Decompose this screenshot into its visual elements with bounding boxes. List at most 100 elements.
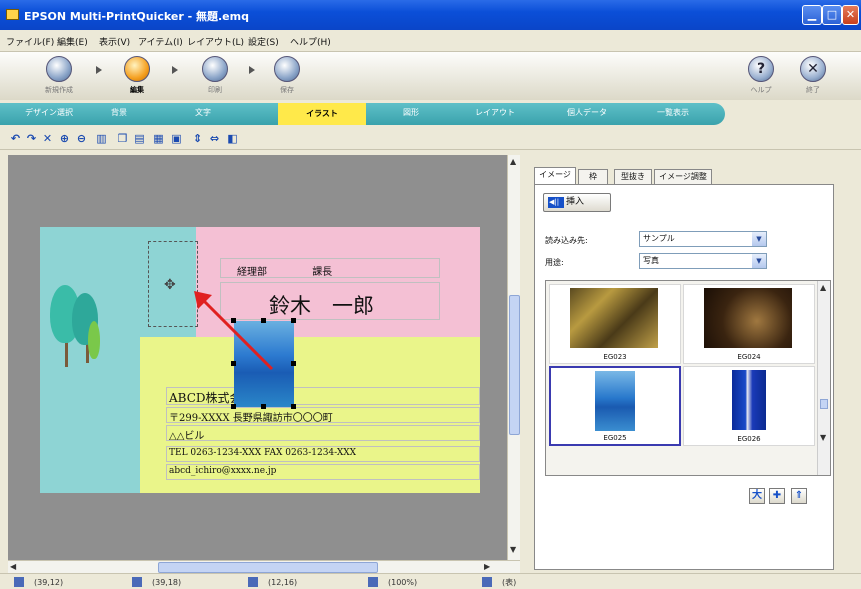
business-card: ✥ 経理部 課長 鈴木 一郎 ABCD株式会社 〒299-XXXX 長野県諏訪市… bbox=[40, 227, 480, 493]
card-email-field[interactable]: abcd_ichiro@xxxx.ne.jp bbox=[166, 464, 480, 480]
card-title-field[interactable]: 経理部 課長 bbox=[220, 258, 440, 278]
exit-button[interactable]: ✕ 終了 bbox=[793, 56, 833, 95]
side-icon bbox=[482, 577, 492, 587]
delete-icon[interactable]: ✕ bbox=[41, 132, 54, 145]
enlarge-button[interactable]: 大 bbox=[749, 488, 765, 504]
align-icon[interactable]: ⇕ bbox=[191, 132, 204, 145]
tab-image-adjust[interactable]: イメージ調整 bbox=[654, 169, 712, 184]
thumbnail[interactable]: EG026 bbox=[683, 366, 815, 446]
design-canvas[interactable]: ✥ 経理部 課長 鈴木 一郎 ABCD株式会社 〒299-XXXX 長野県諏訪市… bbox=[8, 155, 507, 560]
card-phone-field[interactable]: TEL 0263-1234-XXX FAX 0263-1234-XXX bbox=[166, 446, 480, 462]
copy-icon[interactable]: ❐ bbox=[116, 132, 129, 145]
zoom-icon bbox=[368, 577, 378, 587]
resize-handle[interactable] bbox=[261, 404, 266, 409]
source-select[interactable]: サンプル ▼ bbox=[639, 231, 767, 247]
zoom-in-icon[interactable]: ⊕ bbox=[58, 132, 71, 145]
step-edit[interactable]: 編集 bbox=[112, 56, 162, 95]
close-button[interactable]: ✕ bbox=[842, 5, 859, 25]
step-new[interactable]: 新規作成 bbox=[34, 56, 84, 95]
resize-handle[interactable] bbox=[291, 404, 296, 409]
zoom-out-icon[interactable]: ⊖ bbox=[75, 132, 88, 145]
new-icon bbox=[46, 56, 72, 82]
layer-icon[interactable]: ◧ bbox=[226, 132, 239, 145]
tab-personal-data[interactable]: 個人データ bbox=[552, 107, 622, 118]
tab-frame[interactable]: 枠 bbox=[578, 169, 608, 184]
tab-list-view[interactable]: 一覧表示 bbox=[638, 107, 708, 118]
scroll-thumb[interactable] bbox=[158, 562, 378, 573]
canvas-vertical-scrollbar[interactable]: ▲ ▼ bbox=[507, 155, 520, 560]
tab-shape[interactable]: 図形 bbox=[376, 107, 446, 118]
scroll-thumb[interactable] bbox=[820, 399, 828, 409]
scroll-up-icon[interactable]: ▲ bbox=[510, 157, 516, 166]
menu-view[interactable]: 表示(V) bbox=[99, 35, 130, 48]
status-zoom: (100%) bbox=[368, 577, 417, 587]
chevron-down-icon[interactable]: ▼ bbox=[752, 232, 766, 246]
step-print[interactable]: 印刷 bbox=[190, 56, 240, 95]
menu-layout[interactable]: レイアウト(L) bbox=[187, 35, 244, 48]
menu-settings[interactable]: 設定(S) bbox=[248, 35, 279, 48]
redo-icon[interactable]: ↷ bbox=[25, 132, 38, 145]
status-bar: (39,12) (39,18) (12,16) (100%) (表) bbox=[0, 573, 861, 589]
scroll-down-icon[interactable]: ▼ bbox=[510, 545, 516, 554]
card-address-field[interactable]: 〒299-XXXX 長野県諏訪市〇〇〇町 bbox=[166, 407, 480, 423]
group-icon[interactable]: ▦ bbox=[152, 132, 165, 145]
insert-button[interactable]: ◀|| 挿入 bbox=[543, 193, 611, 212]
tab-illustration[interactable]: イラスト bbox=[278, 103, 366, 125]
paste-icon[interactable]: ▤ bbox=[133, 132, 146, 145]
status-zoom-value: (100%) bbox=[388, 578, 418, 587]
use-value: 写真 bbox=[643, 256, 659, 265]
resize-handle[interactable] bbox=[231, 404, 236, 409]
tree-illustration bbox=[88, 321, 100, 359]
use-label: 用途: bbox=[545, 258, 564, 267]
exit-label: 終了 bbox=[806, 86, 820, 94]
tab-cutout[interactable]: 型抜き bbox=[614, 169, 652, 184]
tab-background[interactable]: 背景 bbox=[84, 107, 154, 118]
step-save[interactable]: 保存 bbox=[262, 56, 312, 95]
trash-icon[interactable]: ▥ bbox=[95, 132, 108, 145]
thumbnail-caption: EG023 bbox=[603, 353, 627, 361]
scroll-up-icon[interactable]: ▲ bbox=[820, 283, 826, 292]
app-icon bbox=[6, 9, 19, 20]
tab-text[interactable]: 文字 bbox=[168, 107, 238, 118]
minimize-button[interactable]: ▁ bbox=[802, 5, 822, 25]
window-title: EPSON Multi-PrintQuicker - 無題.emq bbox=[24, 10, 249, 23]
tab-image[interactable]: イメージ bbox=[534, 167, 576, 184]
thumbnail-image bbox=[732, 370, 766, 430]
use-select[interactable]: 写真 ▼ bbox=[639, 253, 767, 269]
menu-help[interactable]: ヘルプ(H) bbox=[290, 35, 331, 48]
canvas-horizontal-scrollbar[interactable]: ◀ ▶ bbox=[8, 560, 520, 573]
scroll-down-icon[interactable]: ▼ bbox=[820, 433, 826, 442]
next-button[interactable]: ✚ bbox=[769, 488, 785, 504]
tab-design[interactable]: デザイン選択 bbox=[14, 107, 84, 118]
undo-icon[interactable]: ↶ bbox=[9, 132, 22, 145]
thumbnail-grid: EG023 EG024 EG025 EG026 ▲ ▼ bbox=[545, 280, 831, 476]
function-tabs: デザイン選択 背景 文字 イラスト 図形 レイアウト 個人データ 一覧表示 bbox=[0, 101, 861, 127]
thumbnail-selected[interactable]: EG025 bbox=[549, 366, 681, 446]
source-label: 読み込み先: bbox=[545, 236, 588, 245]
scroll-thumb[interactable] bbox=[509, 295, 520, 435]
resize-handle[interactable] bbox=[291, 361, 296, 366]
status-cursor-value: (39,12) bbox=[34, 578, 64, 587]
chevron-down-icon[interactable]: ▼ bbox=[752, 254, 766, 268]
flip-icon[interactable]: ⇔ bbox=[208, 132, 221, 145]
status-size: (39,18) bbox=[132, 577, 181, 587]
step-arrow-icon bbox=[249, 66, 255, 74]
resize-handle[interactable] bbox=[291, 318, 296, 323]
insert-icon: ◀|| bbox=[548, 197, 564, 208]
card-company-field[interactable]: ABCD株式会社 bbox=[166, 387, 480, 405]
menu-edit[interactable]: 編集(E) bbox=[57, 35, 88, 48]
menu-file[interactable]: ファイル(F) bbox=[6, 35, 54, 48]
scroll-right-icon[interactable]: ▶ bbox=[484, 562, 490, 571]
maximize-button[interactable]: □ bbox=[822, 5, 842, 25]
scroll-left-icon[interactable]: ◀ bbox=[10, 562, 16, 571]
step-arrow-icon bbox=[96, 66, 102, 74]
card-building-field[interactable]: △△ビル bbox=[166, 425, 480, 441]
thumbnail[interactable]: EG023 bbox=[549, 284, 681, 364]
image-icon[interactable]: ▣ bbox=[170, 132, 183, 145]
help-button[interactable]: ? ヘルプ bbox=[741, 56, 781, 95]
thumbnail[interactable]: EG024 bbox=[683, 284, 815, 364]
thumbnail-scrollbar[interactable]: ▲ ▼ bbox=[817, 281, 830, 475]
tab-layout[interactable]: レイアウト bbox=[460, 107, 530, 118]
up-button[interactable]: ⇑ bbox=[791, 488, 807, 504]
menu-item[interactable]: アイテム(I) bbox=[138, 35, 183, 48]
